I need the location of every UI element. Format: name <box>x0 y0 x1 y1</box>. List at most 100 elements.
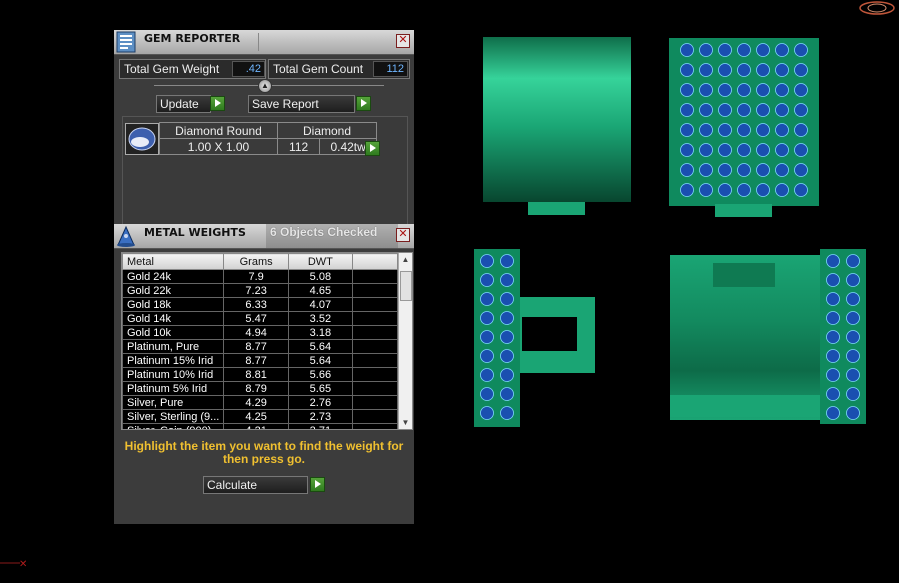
gem-reporter-close-button[interactable]: ✕ <box>396 34 410 48</box>
ring-shank-shape <box>528 202 585 215</box>
viewport-top[interactable] <box>665 245 870 430</box>
save-report-button[interactable]: Save Report <box>248 95 355 113</box>
empty-cell <box>351 353 399 368</box>
metal-weights-titlebar[interactable]: METAL WEIGHTS 6 Objects Checked ✕ <box>114 224 414 249</box>
gem-stone <box>480 292 494 306</box>
table-row[interactable]: Silver, Sterling (9... 4.25 2.73 <box>122 409 399 424</box>
metal-name-cell: Gold 10k <box>122 325 225 340</box>
gem-stone <box>775 143 789 157</box>
gem-stone <box>846 311 860 325</box>
metal-name-cell: Platinum 10% Irid <box>122 367 225 382</box>
dwt-cell: 2.73 <box>287 409 353 424</box>
gem-thumbnail[interactable] <box>125 123 159 155</box>
scroll-up-icon[interactable]: ▲ <box>399 253 412 266</box>
calculate-go-button[interactable] <box>310 477 325 492</box>
viewport-front-gems[interactable] <box>665 36 825 221</box>
metal-weights-close-button[interactable]: ✕ <box>396 228 410 242</box>
grams-cell: 4.94 <box>223 325 289 340</box>
gem-stone <box>680 43 694 57</box>
grams-cell: 8.77 <box>223 353 289 368</box>
column-header-dwt[interactable]: DWT <box>287 253 353 270</box>
empty-cell <box>351 395 399 410</box>
dwt-cell: 5.08 <box>287 269 353 284</box>
gem-stone <box>737 63 751 77</box>
gem-stone <box>500 349 514 363</box>
table-row[interactable]: Silver, Pure 4.29 2.76 <box>122 395 399 410</box>
gem-stone <box>718 103 732 117</box>
gem-stone <box>737 103 751 117</box>
gem-row[interactable]: Diamond Round Diamond 1.00 X 1.00 112 0.… <box>159 122 377 155</box>
total-gem-count-field: Total Gem Count 112 <box>268 59 410 79</box>
gem-stone <box>826 254 840 268</box>
scroll-down-icon[interactable]: ▼ <box>399 416 412 429</box>
gem-stone <box>480 311 494 325</box>
gem-reporter-title: GEM REPORTER <box>144 32 241 45</box>
table-row[interactable]: Platinum 10% Irid 8.81 5.66 <box>122 367 399 382</box>
table-row[interactable]: Gold 22k 7.23 4.65 <box>122 283 399 298</box>
table-row[interactable]: Platinum 5% Irid 8.79 5.65 <box>122 381 399 396</box>
gem-stone <box>756 123 770 137</box>
dwt-cell: 5.64 <box>287 353 353 368</box>
gem-stone <box>846 406 860 420</box>
update-go-button[interactable] <box>210 96 225 111</box>
metal-weights-table: Metal Grams DWT Gold 24k 7.9 5.08 Gold 22k 7… <box>122 253 399 429</box>
gem-stone <box>794 183 808 197</box>
gem-stone <box>500 292 514 306</box>
gem-stone <box>826 273 840 287</box>
column-header-empty <box>351 253 399 270</box>
total-gem-weight-label: Total Gem Weight <box>124 62 220 76</box>
viewport-front-plain[interactable] <box>470 30 645 220</box>
panel-divider-handle[interactable]: ▲ <box>258 79 272 93</box>
gem-stone <box>500 254 514 268</box>
empty-cell <box>351 381 399 396</box>
gem-stone <box>826 368 840 382</box>
calculate-dropdown[interactable]: Calculate <box>203 476 308 494</box>
metal-weights-table-container[interactable]: Metal Grams DWT Gold 24k 7.9 5.08 Gold 22k 7… <box>121 252 413 430</box>
column-header-grams[interactable]: Grams <box>223 253 289 270</box>
table-row[interactable]: Gold 10k 4.94 3.18 <box>122 325 399 340</box>
table-row[interactable]: Silver, Coin (900)4.212.71 <box>122 423 399 429</box>
gem-stone <box>680 83 694 97</box>
gem-stone <box>699 83 713 97</box>
viewport-side[interactable] <box>470 245 605 430</box>
gem-band-shank-shape <box>715 204 772 217</box>
gem-stone <box>775 43 789 57</box>
gem-stone <box>718 143 732 157</box>
gem-reporter-titlebar[interactable]: GEM REPORTER ✕ <box>114 30 414 55</box>
gem-stone <box>846 368 860 382</box>
gem-stone <box>500 387 514 401</box>
dwt-cell: 2.71 <box>287 423 353 429</box>
table-row[interactable]: Platinum, Pure 8.77 5.64 <box>122 339 399 354</box>
metal-name-cell: Platinum 5% Irid <box>122 381 225 396</box>
gem-stone <box>775 123 789 137</box>
gem-stone <box>756 43 770 57</box>
empty-cell <box>351 311 399 326</box>
gem-shape: Diamond Round <box>159 122 278 139</box>
gem-stone <box>680 163 694 177</box>
gem-stone <box>775 83 789 97</box>
gem-stone <box>699 183 713 197</box>
scrollbar-thumb[interactable] <box>400 271 412 301</box>
gem-stone <box>480 368 494 382</box>
metal-table-scrollbar[interactable]: ▲ ▼ <box>398 253 412 429</box>
top-setting-shape <box>713 263 775 287</box>
metal-name-cell: Silver, Coin (900) <box>122 423 225 429</box>
gem-row-go-button[interactable] <box>365 141 380 156</box>
column-header-metal[interactable]: Metal <box>122 253 225 270</box>
gem-stone <box>846 292 860 306</box>
empty-cell <box>351 325 399 340</box>
table-row[interactable]: Gold 18k 6.33 4.07 <box>122 297 399 312</box>
save-report-go-button[interactable] <box>356 96 371 111</box>
top-shank-shape <box>670 395 820 417</box>
table-row[interactable]: Platinum 15% Irid 8.77 5.64 <box>122 353 399 368</box>
gem-stone <box>480 273 494 287</box>
gem-stone <box>826 387 840 401</box>
empty-cell <box>351 283 399 298</box>
update-button[interactable]: Update <box>156 95 211 113</box>
table-row[interactable]: Gold 14k 5.47 3.52 <box>122 311 399 326</box>
table-row[interactable]: Gold 24k 7.9 5.08 <box>122 269 399 284</box>
gem-stone <box>846 387 860 401</box>
total-gem-weight-value: .42 <box>232 61 265 77</box>
side-shank-hole <box>522 317 577 351</box>
grams-cell: 5.47 <box>223 311 289 326</box>
